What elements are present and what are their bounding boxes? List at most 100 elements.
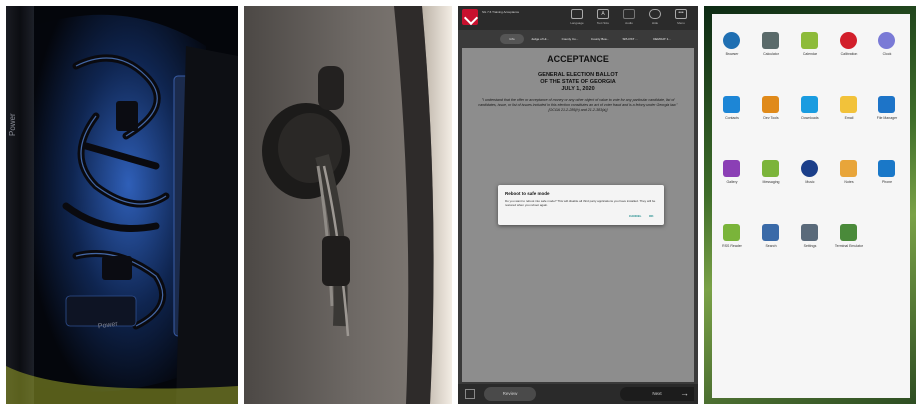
app-label: Gallery (726, 180, 738, 184)
app-calendar[interactable]: Calendar (790, 32, 830, 66)
language-button[interactable]: Language (566, 8, 588, 28)
app-label: Calculator (763, 52, 779, 56)
clock-icon (878, 32, 895, 49)
app-dev-tools[interactable]: Dev Tools (751, 96, 791, 130)
voter-oath-text: "I understand that the offer or acceptan… (478, 98, 678, 112)
text-size-button[interactable]: A Text Size (592, 8, 614, 28)
globe-icon (723, 32, 740, 49)
download-icon (801, 96, 818, 113)
app-file-manager[interactable]: File Manager (867, 96, 907, 130)
app-label: Notes (844, 180, 854, 184)
app-calculator[interactable]: Calculator (751, 32, 791, 66)
app-messaging[interactable]: Messaging (751, 160, 791, 194)
tab-judge[interactable]: Judge of Hi... (526, 34, 554, 44)
app-browser[interactable]: Browser (712, 32, 752, 66)
app-settings[interactable]: Settings (790, 224, 830, 258)
music-icon (801, 160, 818, 177)
gears-icon (762, 96, 779, 113)
dialog-message: Do you want to reboot into safe mode? Th… (505, 199, 656, 207)
audio-button[interactable]: Audio (618, 8, 640, 28)
app-label: Browser (725, 52, 739, 56)
search-icon (762, 224, 779, 241)
tab-county-board[interactable]: County Boa... (586, 34, 614, 44)
machine-interior-illustration (6, 6, 238, 404)
app-rss-reader[interactable]: RSS Reader (712, 224, 752, 258)
review-button[interactable]: Review (484, 387, 536, 401)
contest-tabs: Info Judge of Hi... County Co... County … (458, 33, 698, 45)
calculator-icon (762, 32, 779, 49)
notes-icon (840, 160, 857, 177)
audio-icon (623, 9, 635, 19)
app-terminal-emulator[interactable]: Terminal Emulator (829, 224, 869, 258)
ballot-subheading-line-1: GENERAL ELECTION BALLOT (538, 72, 618, 78)
calendar-icon (801, 32, 818, 49)
email-icon (840, 96, 857, 113)
app-email[interactable]: Email (829, 96, 869, 130)
ok-button[interactable]: OK (649, 214, 654, 218)
gallery-icon (723, 160, 740, 177)
menu-button[interactable]: ••• Menu (670, 8, 692, 28)
bottom-nav-bar: Review Next → (458, 384, 698, 404)
cable-grommet-illustration (244, 6, 452, 404)
app-label: Email (844, 116, 854, 120)
ballot-subheading-line-3: JULY 1, 2020 (561, 86, 595, 92)
app-downloads[interactable]: Downloads (790, 96, 830, 130)
app-label: Settings (803, 244, 817, 248)
app-label: Calendar (802, 52, 818, 56)
cancel-button[interactable]: CANCEL (629, 214, 642, 218)
grid-icon[interactable] (465, 389, 475, 399)
app-calibration[interactable]: Calibration (829, 32, 869, 66)
tab-info[interactable]: Info (500, 34, 524, 44)
android-icon (723, 224, 740, 241)
android-launcher-screen: Browser Calculator Calendar Calibration Cloc… (704, 6, 916, 404)
app-clock[interactable]: Clock (867, 32, 907, 66)
app-music[interactable]: Music (790, 160, 830, 194)
app-label: Calibration (840, 52, 858, 56)
target-icon (840, 32, 857, 49)
app-contacts[interactable]: Contacts (712, 96, 752, 130)
brand-logo-icon (462, 9, 478, 25)
tab-splost[interactable]: SPLOST ... (616, 34, 644, 44)
app-gallery[interactable]: Gallery (712, 160, 752, 194)
app-label: RSS Reader (722, 244, 742, 248)
app-label: Messaging (762, 180, 780, 184)
app-label: Contacts (725, 116, 739, 120)
text-size-icon: A (597, 9, 609, 19)
contacts-icon (723, 96, 740, 113)
app-title: SG 7.6 Training Acceptance (482, 10, 520, 14)
tab-county-commission[interactable]: County Co... (556, 34, 584, 44)
app-label: Music (805, 180, 815, 184)
app-label: Clock (882, 52, 892, 56)
gear-icon (801, 224, 818, 241)
terminal-icon (840, 224, 857, 241)
app-label: Downloads (801, 116, 819, 120)
hide-button[interactable]: Hide (644, 8, 666, 28)
phone-icon (878, 160, 895, 177)
app-search[interactable]: Search (751, 224, 791, 258)
app-notes[interactable]: Notes (829, 160, 869, 194)
arrow-right-icon: → (680, 388, 689, 398)
cable-grommet-photo (244, 6, 452, 404)
reboot-safe-mode-dialog: Reboot to safe mode Do you want to reboo… (498, 185, 664, 225)
app-label: Dev Tools (763, 116, 779, 120)
dialog-title: Reboot to safe mode (505, 191, 550, 196)
ballot-subheading-line-2: OF THE STATE OF GEORGIA (540, 79, 616, 85)
power-label-top: Power (8, 113, 17, 136)
app-label: Phone (881, 180, 893, 184)
app-label: Terminal Emulator (834, 244, 864, 248)
machine-interior-photo: Power Power (6, 6, 238, 404)
folder-icon (878, 96, 895, 113)
app-phone[interactable]: Phone (867, 160, 907, 194)
page-title: ACCEPTANCE (547, 54, 609, 64)
app-header-bar: SG 7.6 Training Acceptance Language A Te… (458, 6, 698, 30)
hide-eye-icon (649, 9, 661, 19)
app-drawer: Browser Calculator Calendar Calibration Cloc… (712, 14, 910, 398)
message-icon (762, 160, 779, 177)
app-label: Search (765, 244, 777, 248)
menu-dots-icon: ••• (675, 9, 687, 19)
language-icon (571, 9, 583, 19)
ballot-document: ACCEPTANCE GENERAL ELECTION BALLOT OF TH… (462, 48, 694, 382)
ballot-tablet-screen: SG 7.6 Training Acceptance Language A Te… (458, 6, 698, 404)
app-label: File Manager (876, 116, 898, 120)
tab-demoat[interactable]: DEMOAT 1... (646, 34, 678, 44)
